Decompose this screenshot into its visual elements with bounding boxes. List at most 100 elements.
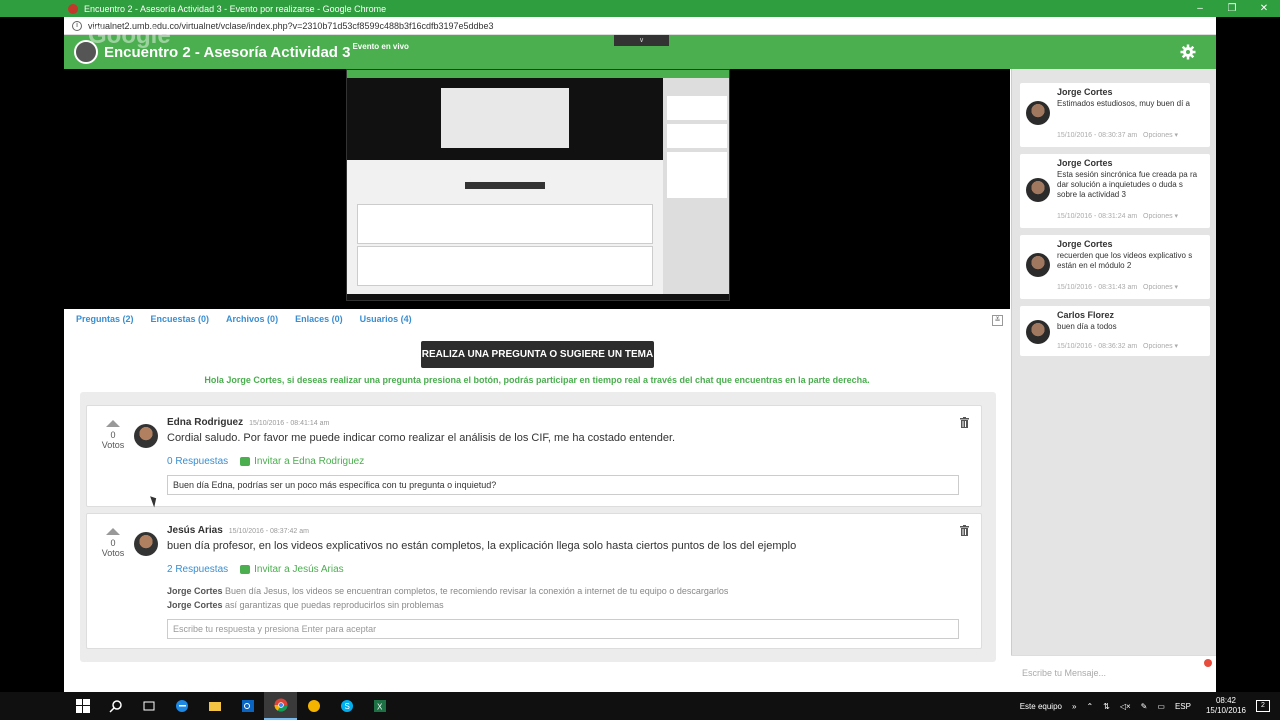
chat-message: Jorge Cortes Estimados estudiosos, muy b… [1020,83,1210,147]
excel-icon[interactable]: X [363,692,396,720]
responses-link[interactable]: 2 Respuestas [167,564,228,575]
chat-input[interactable]: Escribe tu Mensaje... [1011,655,1216,692]
chat-panel: Jorge Cortes Estimados estudiosos, muy b… [1011,69,1216,655]
reply-author: Jorge Cortes [167,600,223,610]
edge-icon[interactable] [165,692,198,720]
chat-author: Carlos Florez [1057,310,1115,320]
clock-date: 15/10/2016 [1205,706,1246,715]
question-date: 15/10/2016 - 08:41:14 am [249,420,330,427]
reply-text: así garantizas que puedas reproducirlos … [225,600,444,610]
app-icon[interactable] [297,692,330,720]
language-indicator[interactable]: ESP [1175,702,1191,711]
ask-question-button[interactable]: REALIZA UNA PREGUNTA O SUGIERE UN TEMA [421,341,654,368]
hello-message: Hola Jorge Cortes, si deseas realizar un… [204,375,870,385]
vote-label: Votos [101,440,125,450]
tab-enlaces[interactable]: Enlaces (0) [295,314,343,324]
chat-text: Estimados estudiosos, muy buen dí a [1057,99,1190,108]
vote-label: Votos [101,548,125,558]
svg-text:S: S [344,702,349,711]
desktop-left [0,17,64,692]
keyboard-icon[interactable]: ▭ [1157,702,1165,711]
chat-time: 15/10/2016 - 08:31:43 am [1057,284,1138,291]
chat-text: recuerden que los videos explicativo s e… [1057,251,1193,270]
close-button[interactable]: ✕ [1248,3,1280,14]
author-name: Jesús Arias [167,525,223,536]
screen: Encuentro 2 - Asesoría Actividad 3 - Eve… [0,0,1280,720]
tab-archivos[interactable]: Archivos (0) [226,314,278,324]
answer-input[interactable] [167,619,959,639]
invite-link[interactable]: Invitar a Jesús Arias [240,564,344,575]
up-arrow-icon[interactable]: ⌃ [1086,702,1093,711]
reply-item: Jorge Cortes Buen día Jesus, los videos … [167,586,728,596]
tab-preguntas[interactable]: Preguntas (2) [76,314,134,324]
search-icon[interactable] [99,692,132,720]
window-titlebar: Encuentro 2 - Asesoría Actividad 3 - Eve… [0,0,1280,17]
skype-icon[interactable]: S [330,692,363,720]
author-name: Edna Rodriguez [167,417,244,428]
trash-icon[interactable] [960,525,969,536]
file-explorer-icon[interactable] [198,692,231,720]
windows-start-icon[interactable] [66,692,99,720]
chat-text: Esta sesión sincrónica fue creada pa ra … [1057,170,1198,199]
chat-meta: 15/10/2016 - 08:36:32 am Opciones ▾ [1057,342,1178,350]
task-view-icon[interactable] [132,692,165,720]
vote-count: 0 [110,430,116,440]
vote-box: 0 Votos [87,514,139,558]
question-actions: 2 Respuestas Invitar a Jesús Arias [167,564,344,575]
chrome-icon[interactable] [264,692,297,720]
tray-label[interactable]: Este equipo [1020,702,1062,711]
invite-link[interactable]: Invitar a Edna Rodriguez [240,456,364,467]
chat-author: Jorge Cortes [1057,87,1113,97]
minimize-button[interactable]: – [1184,3,1216,14]
network-icon[interactable]: ⇅ [1103,702,1110,711]
tab-usuarios[interactable]: Usuarios (4) [360,314,412,324]
chat-message: Jorge Cortes Esta sesión sincrónica fue … [1020,154,1210,228]
avatar [1026,253,1050,277]
avatar [1026,320,1050,344]
pen-icon[interactable]: ✎ [1141,702,1148,711]
volume-icon[interactable]: ◁× [1120,702,1131,711]
address-bar[interactable]: i virtualnet2.umb.edu.co/virtualnet/vcla… [64,17,1216,35]
system-tray: Este equipo » ⌃ ⇅ ◁× ✎ ▭ ESP 08:42 15/10/… [1015,692,1280,720]
chat-time: 15/10/2016 - 08:30:37 am [1057,132,1138,139]
options-menu[interactable]: Opciones ▾ [1143,343,1178,350]
invite-icon [240,565,251,574]
tab-encuestas[interactable]: Encuestas (0) [151,314,210,324]
outlook-icon[interactable] [231,692,264,720]
question-card: 0 Votos Jesús Arias 15/10/2016 - 08:37:42… [86,513,982,649]
video-player[interactable] [64,69,1010,309]
window-title: Encuentro 2 - Asesoría Actividad 3 - Eve… [84,3,387,14]
gear-icon[interactable] [1180,44,1196,60]
taskbar: S X Este equipo » ⌃ ⇅ ◁× ✎ ▭ ESP 08:42 15… [0,692,1280,720]
maximize-button[interactable]: ❐ [1216,3,1248,14]
invite-label: Invitar a Edna Rodriguez [254,456,365,467]
chat-author: Jorge Cortes [1057,239,1113,249]
tray-chevron[interactable]: » [1072,702,1076,711]
clock-time: 08:42 [1215,696,1236,705]
invite-icon [240,457,251,466]
clock[interactable]: 08:42 15/10/2016 [1206,696,1246,716]
notifications-icon[interactable]: 2 [1256,700,1270,712]
upvote-icon[interactable] [106,420,120,427]
options-menu[interactable]: Opciones ▾ [1143,284,1178,291]
upvote-icon[interactable] [106,528,120,535]
vote-count: 0 [110,538,116,548]
shared-screen [346,69,730,301]
avatar [134,424,158,448]
chat-author: Jorge Cortes [1057,158,1113,168]
content-tabs: Preguntas (2) Encuestas (0) Archivos (0)… [76,314,412,324]
options-menu[interactable]: Opciones ▾ [1143,213,1178,220]
chevron-down-icon[interactable]: ∨ [614,35,669,46]
reply-author: Jorge Cortes [167,586,223,596]
question-author: Jesús Arias 15/10/2016 - 08:37:42 am [167,525,309,536]
answer-input[interactable] [167,475,959,495]
avatar [134,532,158,556]
info-icon[interactable]: i [72,20,82,31]
chat-message: Carlos Florez buen día a todos 15/10/201… [1020,306,1210,356]
avatar [1026,178,1050,202]
pin-icon[interactable] [1204,659,1212,667]
collapse-icon[interactable]: ≚ [992,315,1003,326]
responses-link[interactable]: 0 Respuestas [167,456,228,467]
options-menu[interactable]: Opciones ▾ [1143,132,1178,139]
trash-icon[interactable] [960,417,969,428]
